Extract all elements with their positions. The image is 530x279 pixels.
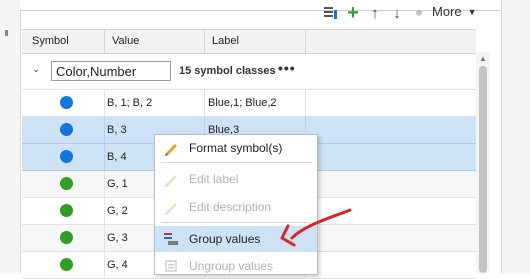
menu-item-label: Group values bbox=[189, 232, 261, 246]
group-values-icon bbox=[163, 231, 179, 247]
cell-divider bbox=[104, 117, 105, 143]
row-label: Blue,1; Blue,2 bbox=[208, 97, 277, 109]
vertical-scrollbar[interactable]: ▲ bbox=[476, 52, 490, 273]
cell-divider bbox=[104, 198, 105, 224]
group-options-icon[interactable]: ••• bbox=[278, 60, 296, 76]
sort-options-icon[interactable]: ≑ bbox=[408, 3, 430, 23]
menu-item-ungroup-values: Ungroup values bbox=[155, 253, 317, 279]
pencil-icon bbox=[163, 199, 179, 215]
collapse-chevron-icon[interactable]: ⌄ bbox=[32, 64, 40, 75]
add-class-icon[interactable]: + bbox=[342, 2, 364, 24]
menu-item-label: Edit label bbox=[189, 172, 239, 186]
move-up-icon[interactable]: ↑ bbox=[364, 3, 386, 23]
symbol-swatch-icon[interactable] bbox=[60, 258, 73, 271]
table-options-icon[interactable] bbox=[320, 3, 342, 23]
menu-item-label: Edit description bbox=[189, 200, 272, 214]
cell-divider bbox=[204, 90, 205, 116]
row-value: B, 3 bbox=[107, 124, 127, 136]
ungroup-values-icon bbox=[163, 258, 179, 274]
panel-tab-mark bbox=[5, 30, 8, 36]
row-value: B, 1; B, 2 bbox=[107, 97, 153, 109]
chevron-down-icon: ▼ bbox=[467, 6, 477, 17]
value-group-row: ⌄ Color,Number 15 symbol classes ••• bbox=[22, 53, 476, 90]
more-menu-button[interactable]: More ▼ bbox=[432, 4, 477, 19]
column-header-value[interactable]: Value bbox=[112, 35, 139, 47]
symbol-swatch-icon[interactable] bbox=[60, 231, 73, 244]
group-heading-input[interactable]: Color,Number bbox=[51, 61, 171, 81]
menu-divider bbox=[161, 162, 311, 163]
classes-toolbar: + ↑ ↓ ≑ bbox=[320, 2, 430, 24]
cell-divider bbox=[104, 90, 105, 116]
cell-divider bbox=[104, 144, 105, 170]
row-value: B, 4 bbox=[107, 151, 127, 163]
column-divider bbox=[104, 30, 105, 53]
scroll-up-icon[interactable]: ▲ bbox=[479, 54, 487, 63]
row-value: G, 2 bbox=[107, 205, 128, 217]
symbol-swatch-icon[interactable] bbox=[60, 204, 73, 217]
symbol-swatch-icon[interactable] bbox=[60, 123, 73, 136]
row-value: G, 1 bbox=[107, 178, 128, 190]
table-row[interactable]: B, 1; B, 2 Blue,1; Blue,2 bbox=[22, 90, 476, 117]
cell-divider bbox=[305, 90, 306, 116]
cell-divider bbox=[104, 225, 105, 251]
column-header-symbol[interactable]: Symbol bbox=[32, 35, 69, 47]
more-label: More bbox=[432, 4, 462, 19]
pencil-icon bbox=[163, 171, 179, 187]
menu-item-label: Format symbol(s) bbox=[189, 141, 283, 155]
row-value: G, 4 bbox=[107, 259, 128, 271]
pencil-icon bbox=[163, 140, 179, 156]
right-panel-edge bbox=[500, 0, 530, 273]
annotation-arrow-icon bbox=[280, 208, 352, 247]
menu-item-format-symbols[interactable]: Format symbol(s) bbox=[155, 135, 317, 161]
scrollbar-thumb[interactable] bbox=[479, 66, 487, 273]
symbol-swatch-icon[interactable] bbox=[60, 150, 73, 163]
symbol-swatch-icon[interactable] bbox=[60, 177, 73, 190]
cell-divider bbox=[104, 171, 105, 197]
menu-item-label: Ungroup values bbox=[189, 259, 274, 273]
left-panel-edge bbox=[0, 0, 20, 273]
menu-item-edit-label: Edit label bbox=[155, 166, 317, 192]
column-divider bbox=[305, 30, 306, 53]
column-header-label[interactable]: Label bbox=[212, 35, 239, 47]
row-value: G, 3 bbox=[107, 232, 128, 244]
symbol-swatch-icon[interactable] bbox=[60, 96, 73, 109]
table-header: Symbol Value Label bbox=[22, 29, 476, 54]
cell-divider bbox=[104, 252, 105, 278]
column-divider bbox=[204, 30, 205, 53]
move-down-icon[interactable]: ↓ bbox=[386, 3, 408, 23]
symbol-class-count: 15 symbol classes bbox=[179, 65, 276, 77]
